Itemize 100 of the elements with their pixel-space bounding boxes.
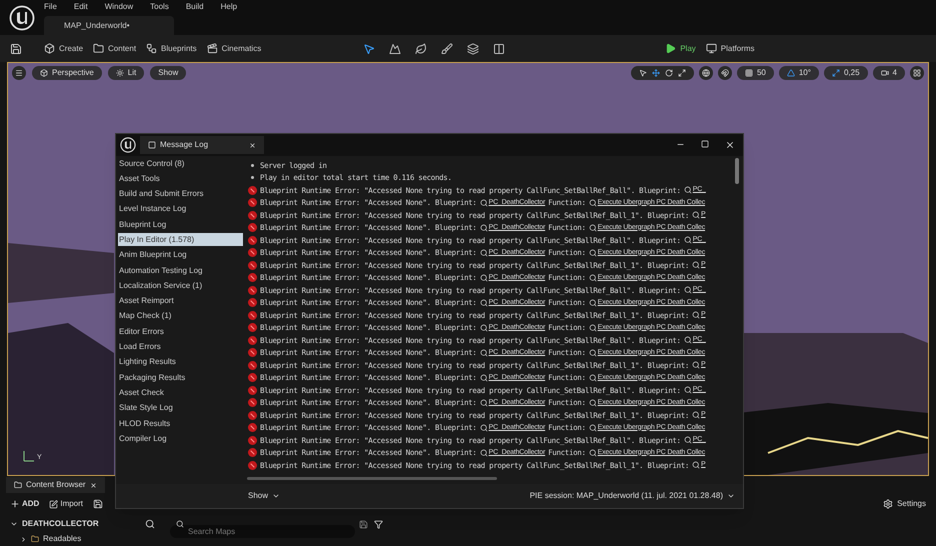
scrollbar-thumb[interactable] — [247, 477, 497, 480]
log-category[interactable]: Asset Reimport — [118, 294, 243, 308]
search-icon — [480, 398, 488, 407]
search-icon — [692, 361, 700, 370]
tab-label: Message Log — [160, 139, 208, 151]
log-category[interactable]: Play In Editor (1.578) — [118, 233, 243, 246]
transform-tools[interactable] — [630, 66, 694, 80]
move-icon — [652, 69, 660, 77]
menu-button[interactable] — [12, 66, 26, 80]
grid-icon — [744, 69, 753, 77]
search-icon — [176, 520, 184, 528]
panel-icon[interactable] — [493, 42, 506, 54]
search-icon — [692, 411, 700, 420]
log-category[interactable]: Editor Errors — [118, 325, 243, 338]
session-dropdown[interactable]: PIE session: MAP_Underworld (11. jul. 2021 01.28.48) — [530, 490, 735, 502]
app-logo-icon — [9, 4, 35, 30]
menu-item[interactable]: Edit — [74, 0, 88, 12]
maximize-icon[interactable] — [701, 140, 709, 148]
snap-setting[interactable]: 50 — [736, 66, 774, 80]
toolbar-button[interactable]: Content — [93, 42, 136, 54]
close-icon[interactable] — [249, 142, 256, 148]
search-icon — [692, 461, 700, 470]
viewport-button[interactable]: Perspective — [32, 66, 102, 80]
folder-root[interactable]: DEATHCOLLECTOR — [22, 518, 99, 530]
content-browser-tab[interactable]: Content Browser — [6, 477, 105, 493]
search-icon — [692, 311, 700, 320]
search-icon — [480, 248, 488, 257]
menu-item[interactable]: Tools — [150, 0, 169, 12]
layers-icon[interactable] — [467, 42, 480, 54]
settings-button[interactable]: Settings — [883, 498, 926, 510]
log-category[interactable]: Automation Testing Log — [118, 264, 243, 278]
search-icon — [588, 374, 597, 382]
save-icon[interactable] — [93, 499, 104, 509]
pointer-icon — [638, 69, 647, 77]
log-category[interactable]: Level Instance Log — [118, 202, 243, 216]
search-icon — [684, 286, 692, 294]
log-category[interactable]: Load Errors — [118, 340, 243, 354]
menu-item[interactable]: Window — [104, 0, 134, 12]
world-button[interactable] — [698, 66, 713, 80]
log-category[interactable]: Asset Tools — [118, 172, 243, 186]
show-dropdown[interactable]: Show — [248, 490, 280, 502]
play-button[interactable]: Play — [665, 42, 696, 54]
search-icon — [684, 186, 692, 194]
log-category[interactable]: HLOD Results — [118, 417, 243, 430]
log-category[interactable]: Asset Check — [118, 386, 243, 400]
toolbar-button[interactable]: Blueprints — [146, 42, 197, 54]
log-category[interactable]: Blueprint Log — [118, 218, 243, 232]
rotate-icon — [664, 69, 673, 77]
snap-setting[interactable]: 10° — [778, 66, 819, 80]
search-icon — [480, 424, 488, 432]
search-icon — [588, 248, 597, 257]
menu-item[interactable]: Help — [220, 0, 238, 12]
scale-icon — [832, 69, 840, 77]
add-button[interactable]: ADD — [10, 498, 40, 510]
viewport-button[interactable]: Show — [150, 66, 186, 80]
layout-button[interactable] — [910, 66, 924, 80]
menu-item[interactable]: Build — [186, 0, 204, 12]
log-category[interactable]: Source Control (8) — [118, 157, 243, 170]
plus-icon — [10, 499, 20, 509]
log-category[interactable]: Slate Style Log — [118, 402, 243, 415]
log-category[interactable]: Map Check (1) — [118, 310, 243, 323]
paint-icon[interactable] — [441, 42, 454, 54]
snap-setting[interactable]: 0,25 — [824, 66, 868, 80]
surface-snap-button[interactable] — [718, 66, 732, 80]
log-category[interactable]: Anim Blueprint Log — [118, 248, 243, 262]
platforms-button[interactable]: Platforms — [706, 42, 755, 54]
select-mode-icon[interactable] — [363, 42, 376, 54]
folder-icon — [31, 535, 39, 543]
import-button[interactable]: Import — [49, 498, 84, 510]
filter-icon[interactable] — [374, 520, 383, 528]
toolbar-button[interactable]: Cinematics — [206, 42, 262, 54]
menu-item[interactable]: File — [44, 0, 57, 12]
save-icon[interactable] — [10, 42, 22, 54]
log-category[interactable]: Localization Service (1) — [118, 279, 243, 292]
message-log-tab[interactable]: Message Log — [140, 136, 264, 154]
save-search-icon[interactable] — [359, 520, 368, 528]
angle-icon — [786, 69, 795, 77]
chevron-down-icon[interactable] — [10, 520, 18, 528]
viewport-button[interactable]: Lit — [108, 66, 144, 80]
search-icon — [684, 336, 692, 344]
close-icon[interactable] — [90, 482, 97, 488]
foliage-icon[interactable] — [415, 42, 428, 54]
landscape-icon[interactable] — [389, 42, 402, 54]
search-icon — [480, 348, 488, 357]
search-icon — [588, 398, 597, 407]
log-category[interactable]: Packaging Results — [118, 371, 243, 384]
search-icon — [684, 436, 692, 444]
close-icon[interactable] — [725, 140, 735, 150]
scrollbar-thumb[interactable] — [735, 158, 739, 184]
cube-icon — [40, 69, 48, 77]
search-icon[interactable] — [145, 519, 155, 529]
log-category[interactable]: Lighting Results — [118, 356, 243, 369]
log-category[interactable]: Compiler Log — [118, 432, 243, 446]
search-field[interactable]: Search Maps — [170, 524, 355, 538]
chevron-right-icon — [20, 536, 27, 542]
toolbar-button[interactable]: Create — [44, 42, 84, 54]
log-category[interactable]: Build and Submit Errors — [118, 188, 243, 201]
search-icon — [692, 261, 700, 270]
snap-setting[interactable]: 4 — [872, 66, 905, 80]
scale-icon — [678, 69, 686, 77]
